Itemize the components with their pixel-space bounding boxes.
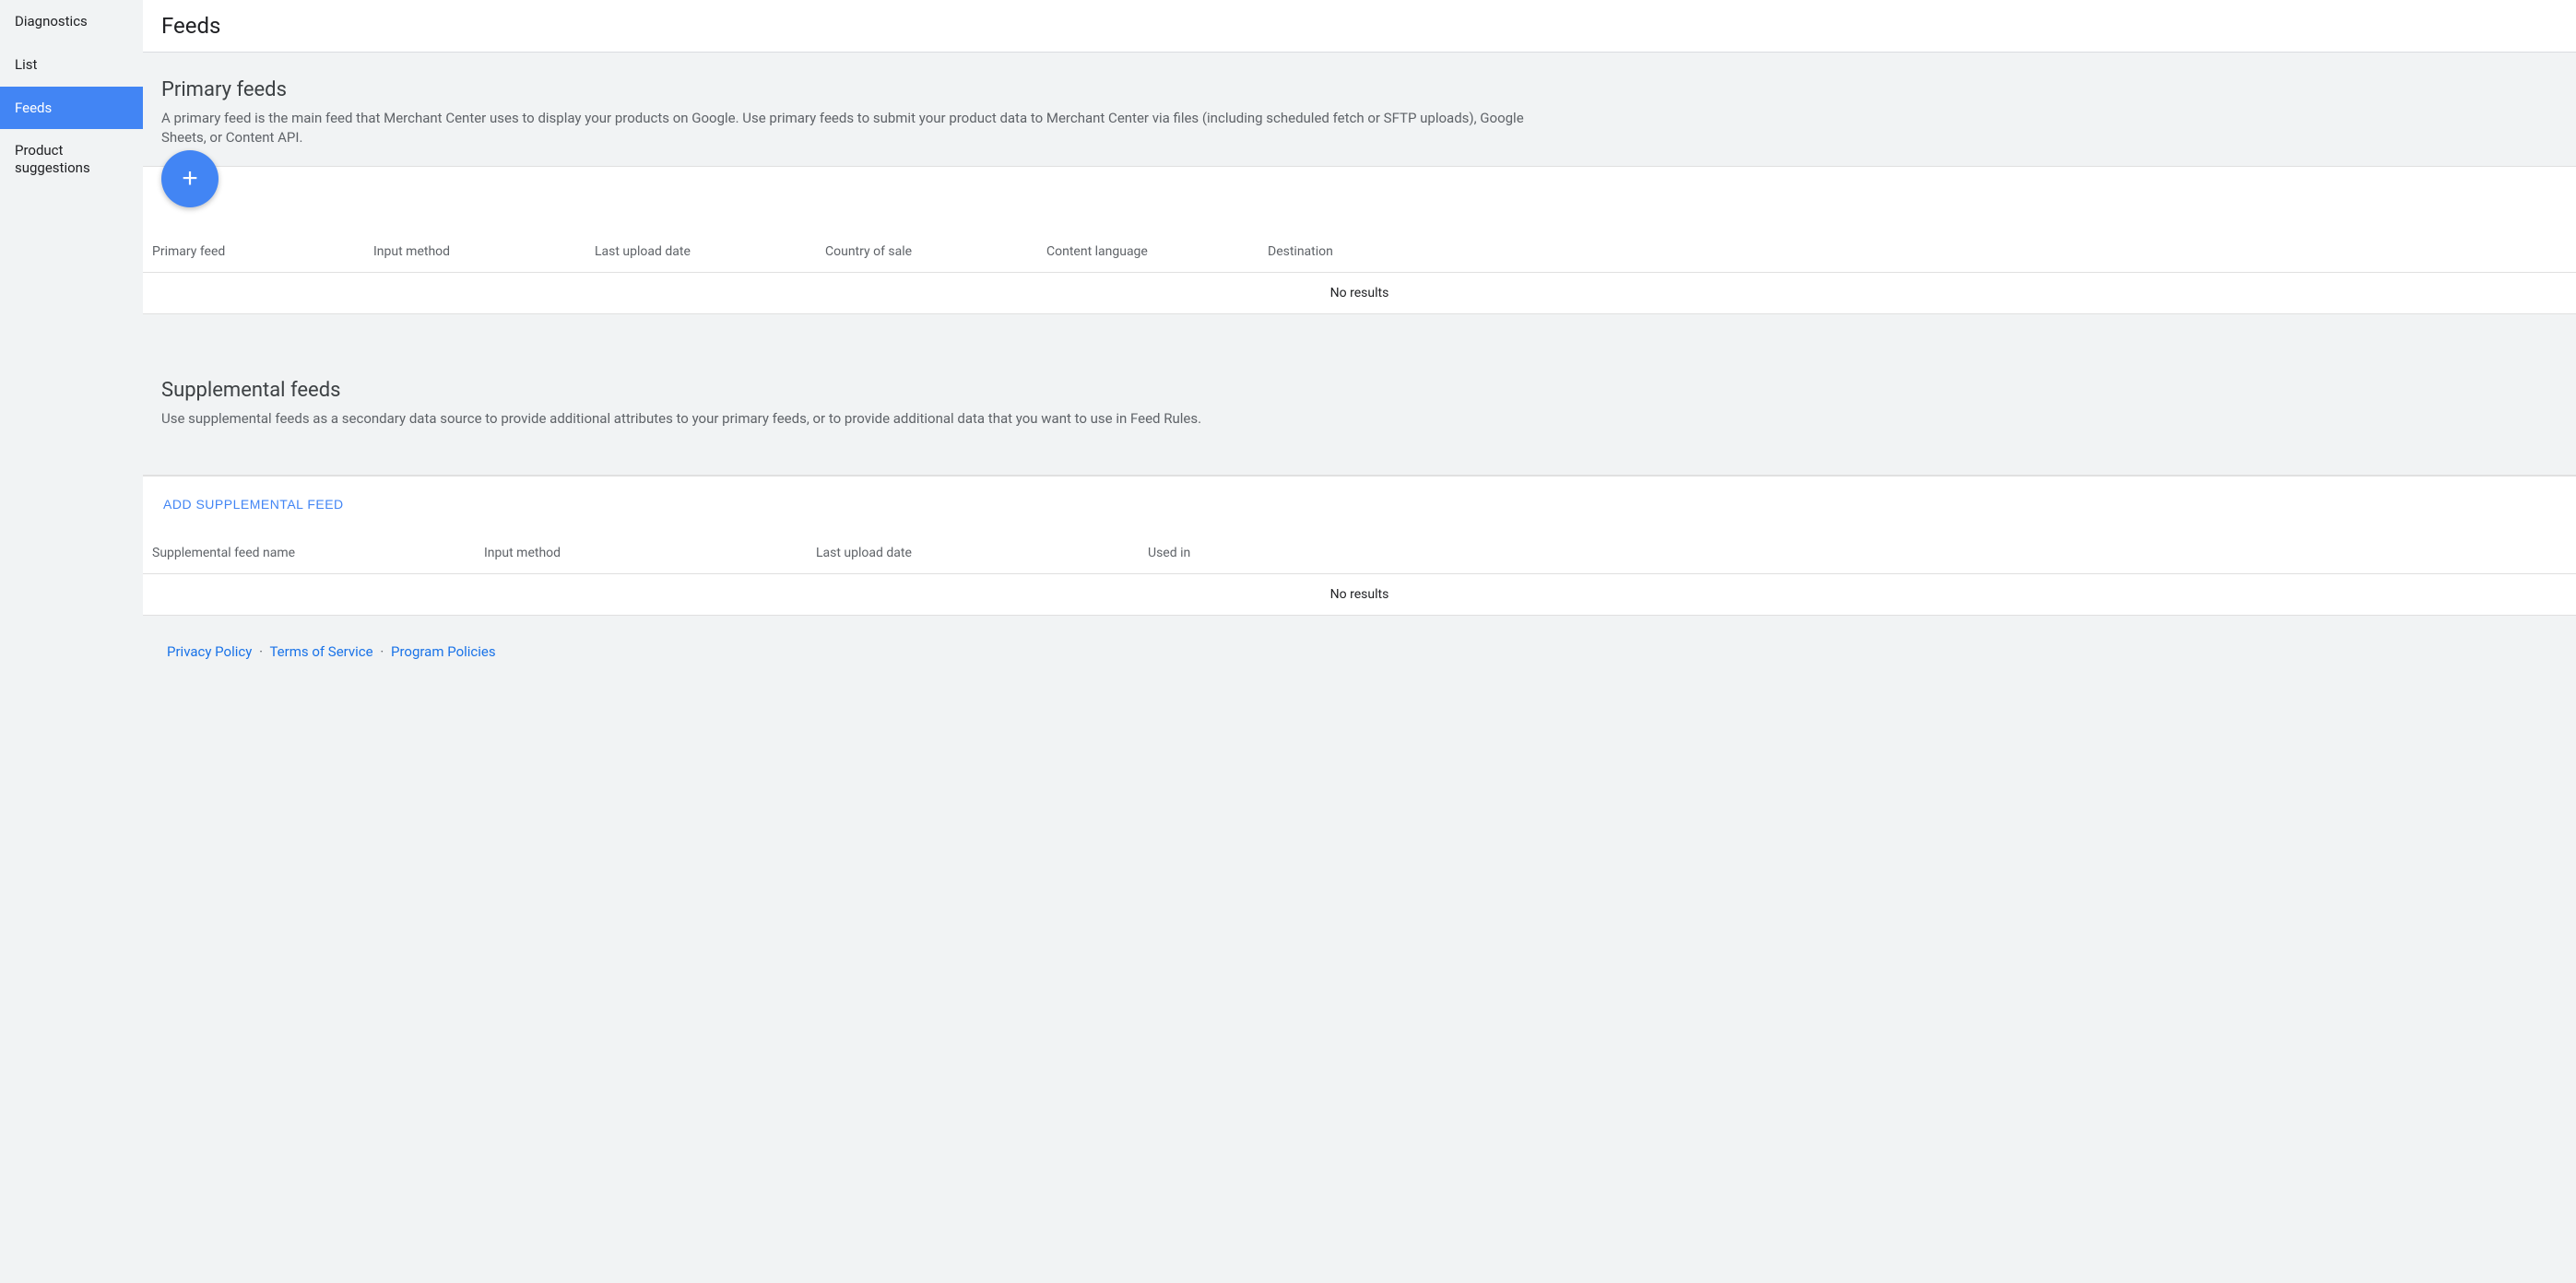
supplemental-feeds-section: Supplemental feeds Use supplemental feed…: [143, 370, 2576, 616]
supplemental-feeds-table-header: Supplemental feed name Input method Last…: [143, 533, 2576, 574]
main-content: Feeds Primary feeds A primary feed is th…: [143, 0, 2576, 1283]
sidebar-item-product-suggestions[interactable]: Product suggestions: [0, 129, 143, 190]
footer-link-terms-of-service[interactable]: Terms of Service: [269, 643, 372, 660]
add-supplemental-feed-button[interactable]: ADD SUPPLEMENTAL FEED: [163, 497, 344, 512]
page-header: Feeds: [143, 0, 2576, 53]
col-content-language: Content language: [1046, 244, 1268, 259]
sidebar-item-list[interactable]: List: [0, 43, 143, 87]
col-last-upload-date: Last upload date: [595, 244, 825, 259]
col-country-of-sale: Country of sale: [825, 244, 1046, 259]
footer-separator: ·: [259, 643, 263, 660]
primary-feeds-card: + Primary feed Input method Last upload …: [143, 166, 2576, 314]
supplemental-feeds-no-results: No results: [143, 574, 2576, 615]
primary-feeds-section: Primary feeds A primary feed is the main…: [143, 53, 2576, 314]
footer-separator: ·: [380, 643, 384, 660]
primary-feeds-no-results: No results: [143, 273, 2576, 313]
sidebar-item-feeds[interactable]: Feeds: [0, 87, 143, 130]
col-primary-feed: Primary feed: [152, 244, 373, 259]
supplemental-feeds-card: ADD SUPPLEMENTAL FEED Supplemental feed …: [143, 475, 2576, 616]
supplemental-feeds-description: Use supplemental feeds as a secondary da…: [161, 409, 1544, 429]
col-used-in: Used in: [1148, 546, 2567, 560]
primary-feeds-title: Primary feeds: [161, 78, 2558, 101]
plus-icon: +: [182, 163, 198, 194]
primary-feeds-description: A primary feed is the main feed that Mer…: [161, 109, 1544, 147]
col-input-method: Input method: [373, 244, 595, 259]
add-primary-feed-button[interactable]: +: [161, 150, 219, 207]
col-destination: Destination: [1268, 244, 2567, 259]
col-supplemental-feed-name: Supplemental feed name: [152, 546, 484, 560]
sidebar: Diagnostics List Feeds Product suggestio…: [0, 0, 143, 1283]
footer-link-privacy-policy[interactable]: Privacy Policy: [167, 643, 252, 660]
footer: Privacy Policy · Terms of Service · Prog…: [143, 616, 2576, 688]
sidebar-item-diagnostics[interactable]: Diagnostics: [0, 0, 143, 43]
col-supp-last-upload-date: Last upload date: [816, 546, 1148, 560]
primary-feeds-table-header: Primary feed Input method Last upload da…: [143, 231, 2576, 273]
footer-link-program-policies[interactable]: Program Policies: [391, 643, 496, 660]
col-supp-input-method: Input method: [484, 546, 816, 560]
supplemental-feeds-title: Supplemental feeds: [161, 379, 2558, 402]
page-title: Feeds: [161, 13, 2558, 39]
